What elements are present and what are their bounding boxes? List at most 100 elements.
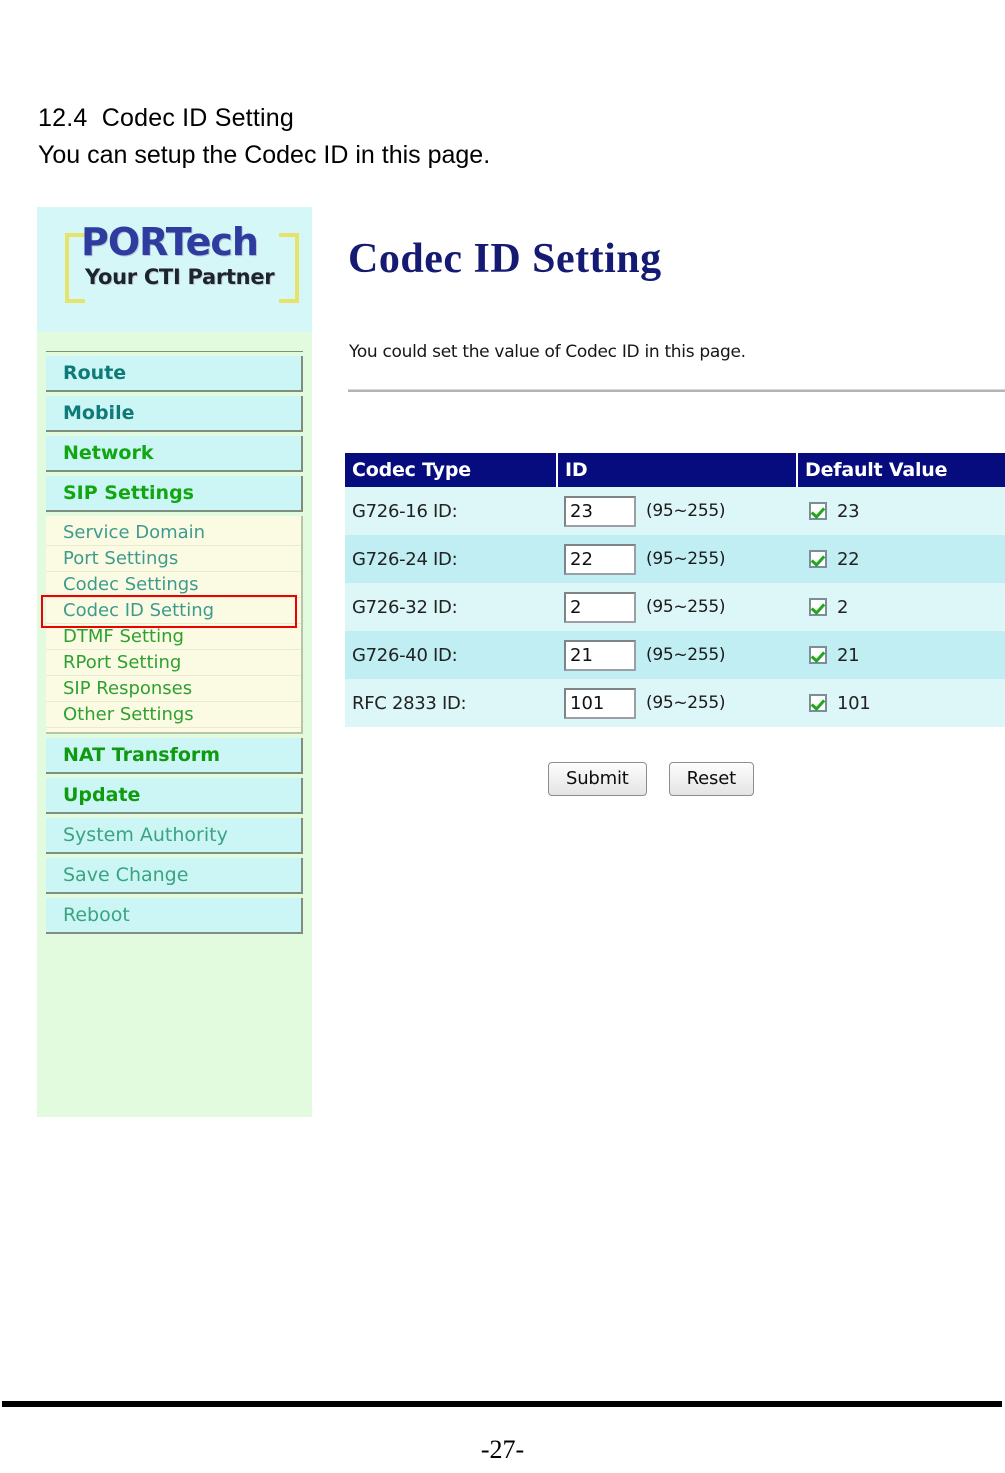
menu-top-divider [46,351,303,352]
sidebar-item-label: Mobile [63,402,135,424]
sidebar-item-label: Network [63,442,154,464]
codec-id-cell: (95~255) [557,631,797,679]
sidebar-item-network[interactable]: Network [46,436,303,472]
sidebar-item-label: Save Change [63,864,189,886]
table-row: G726-32 ID: (95~255) 2 [345,583,1005,631]
sidebar-item-route[interactable]: Route [46,356,303,392]
table-header-row: Codec Type ID Default Value [345,453,1005,487]
sip-settings-submenu: Service Domain Port Settings Codec Setti… [41,516,303,734]
default-value-checkbox[interactable] [809,502,827,520]
sidebar-menu: Route Mobile Network SIP Settings Servic… [37,332,312,934]
codec-id-input[interactable] [564,687,636,719]
sidebar-item-update[interactable]: Update [46,778,303,814]
default-value-checkbox[interactable] [809,694,827,712]
submenu-item-port-settings[interactable]: Port Settings [46,546,301,572]
table-row: G726-40 ID: (95~255) 21 [345,631,1005,679]
footer-divider [2,1401,1002,1407]
reset-button[interactable]: Reset [668,762,754,796]
default-value-checkbox[interactable] [809,598,827,616]
codec-type-label: G726-16 ID: [345,487,557,535]
default-value-cell: 2 [797,583,1005,631]
codec-id-input[interactable] [564,639,636,671]
submenu-item-label: Codec ID Setting [63,600,215,621]
submenu-item-service-domain[interactable]: Service Domain [46,520,301,546]
codec-type-label: RFC 2833 ID: [345,679,557,727]
sidebar-item-mobile[interactable]: Mobile [46,396,303,432]
sidebar-item-sip-settings[interactable]: SIP Settings [46,476,303,512]
page-number: -27- [480,1435,525,1464]
column-header-codec-type: Codec Type [345,453,558,487]
sidebar-item-save-change[interactable]: Save Change [46,858,303,894]
submenu-item-label: RPort Setting [63,652,182,673]
default-value-label: 2 [837,596,849,618]
sidebar-item-label: SIP Settings [63,482,194,504]
submenu-item-label: Service Domain [63,522,206,543]
submenu-item-label: Codec Settings [63,574,199,595]
logo-area: PORTech Your CTI Partner [37,207,312,332]
submenu-item-codec-id-setting[interactable]: Codec ID Setting [46,598,301,624]
table-row: G726-24 ID: (95~255) 22 [345,535,1005,583]
column-header-default-value: Default Value [797,453,1005,487]
submenu-item-other-settings[interactable]: Other Settings [46,702,301,728]
submenu-item-label: Port Settings [63,548,179,569]
portech-logo: PORTech Your CTI Partner [55,220,299,303]
codec-id-range: (95~255) [646,501,726,521]
submenu-item-label: Other Settings [63,704,194,725]
sidebar-item-nat-transform[interactable]: NAT Transform [46,738,303,774]
codec-type-label: G726-40 ID: [345,631,557,679]
codec-id-range: (95~255) [646,645,726,665]
codec-id-cell: (95~255) [557,487,797,535]
sidebar-item-label: NAT Transform [63,744,221,766]
codec-id-range: (95~255) [646,597,726,617]
logo-tagline: Your CTI Partner [85,265,275,289]
codec-id-input[interactable] [564,495,636,527]
submenu-item-rport-setting[interactable]: RPort Setting [46,650,301,676]
codec-type-label: G726-24 ID: [345,535,557,583]
page-description: You could set the value of Codec ID in t… [349,342,746,362]
codec-id-cell: (95~255) [557,679,797,727]
default-value-checkbox[interactable] [809,550,827,568]
submenu-item-sip-responses[interactable]: SIP Responses [46,676,301,702]
router-web-ui-screenshot: PORTech Your CTI Partner Route Mobile Ne… [37,207,1005,1117]
section-heading: 12.4 Codec ID Setting [38,104,294,132]
sidebar-item-label: Reboot [63,904,130,926]
codec-id-range: (95~255) [646,693,726,713]
logo-brand: PORTech [81,220,259,264]
codec-id-input[interactable] [564,591,636,623]
main-content: Codec ID Setting You could set the value… [312,207,1005,1117]
horizontal-divider [348,389,1005,392]
codec-id-table: Codec Type ID Default Value G726-16 ID: … [345,453,1005,727]
default-value-cell: 22 [797,535,1005,583]
default-value-label: 23 [837,500,860,522]
submenu-item-label: SIP Responses [63,678,193,699]
submenu-item-codec-settings[interactable]: Codec Settings [46,572,301,598]
codec-id-range: (95~255) [646,549,726,569]
sidebar-item-reboot[interactable]: Reboot [46,898,303,934]
sidebar-item-label: Route [63,362,127,384]
default-value-label: 22 [837,548,860,570]
default-value-label: 21 [837,644,860,666]
table-row: G726-16 ID: (95~255) 23 [345,487,1005,535]
section-intro: You can setup the Codec ID in this page. [38,141,491,169]
sidebar: PORTech Your CTI Partner Route Mobile Ne… [37,207,312,1117]
default-value-cell: 23 [797,487,1005,535]
submit-button[interactable]: Submit [548,762,647,796]
default-value-label: 101 [837,692,871,714]
sidebar-item-system-authority[interactable]: System Authority [46,818,303,854]
table-row: RFC 2833 ID: (95~255) 101 [345,679,1005,727]
default-value-checkbox[interactable] [809,646,827,664]
submenu-item-label: DTMF Setting [63,626,184,647]
form-actions: Submit Reset [548,762,754,796]
codec-id-cell: (95~255) [557,583,797,631]
submenu-item-dtmf-setting[interactable]: DTMF Setting [46,624,301,650]
page-title: Codec ID Setting [348,236,662,282]
sidebar-item-label: System Authority [63,824,228,846]
bracket-right-icon [279,233,299,303]
codec-type-label: G726-32 ID: [345,583,557,631]
default-value-cell: 21 [797,631,1005,679]
default-value-cell: 101 [797,679,1005,727]
column-header-id: ID [557,453,798,487]
codec-id-cell: (95~255) [557,535,797,583]
sidebar-item-label: Update [63,784,141,806]
codec-id-input[interactable] [564,543,636,575]
